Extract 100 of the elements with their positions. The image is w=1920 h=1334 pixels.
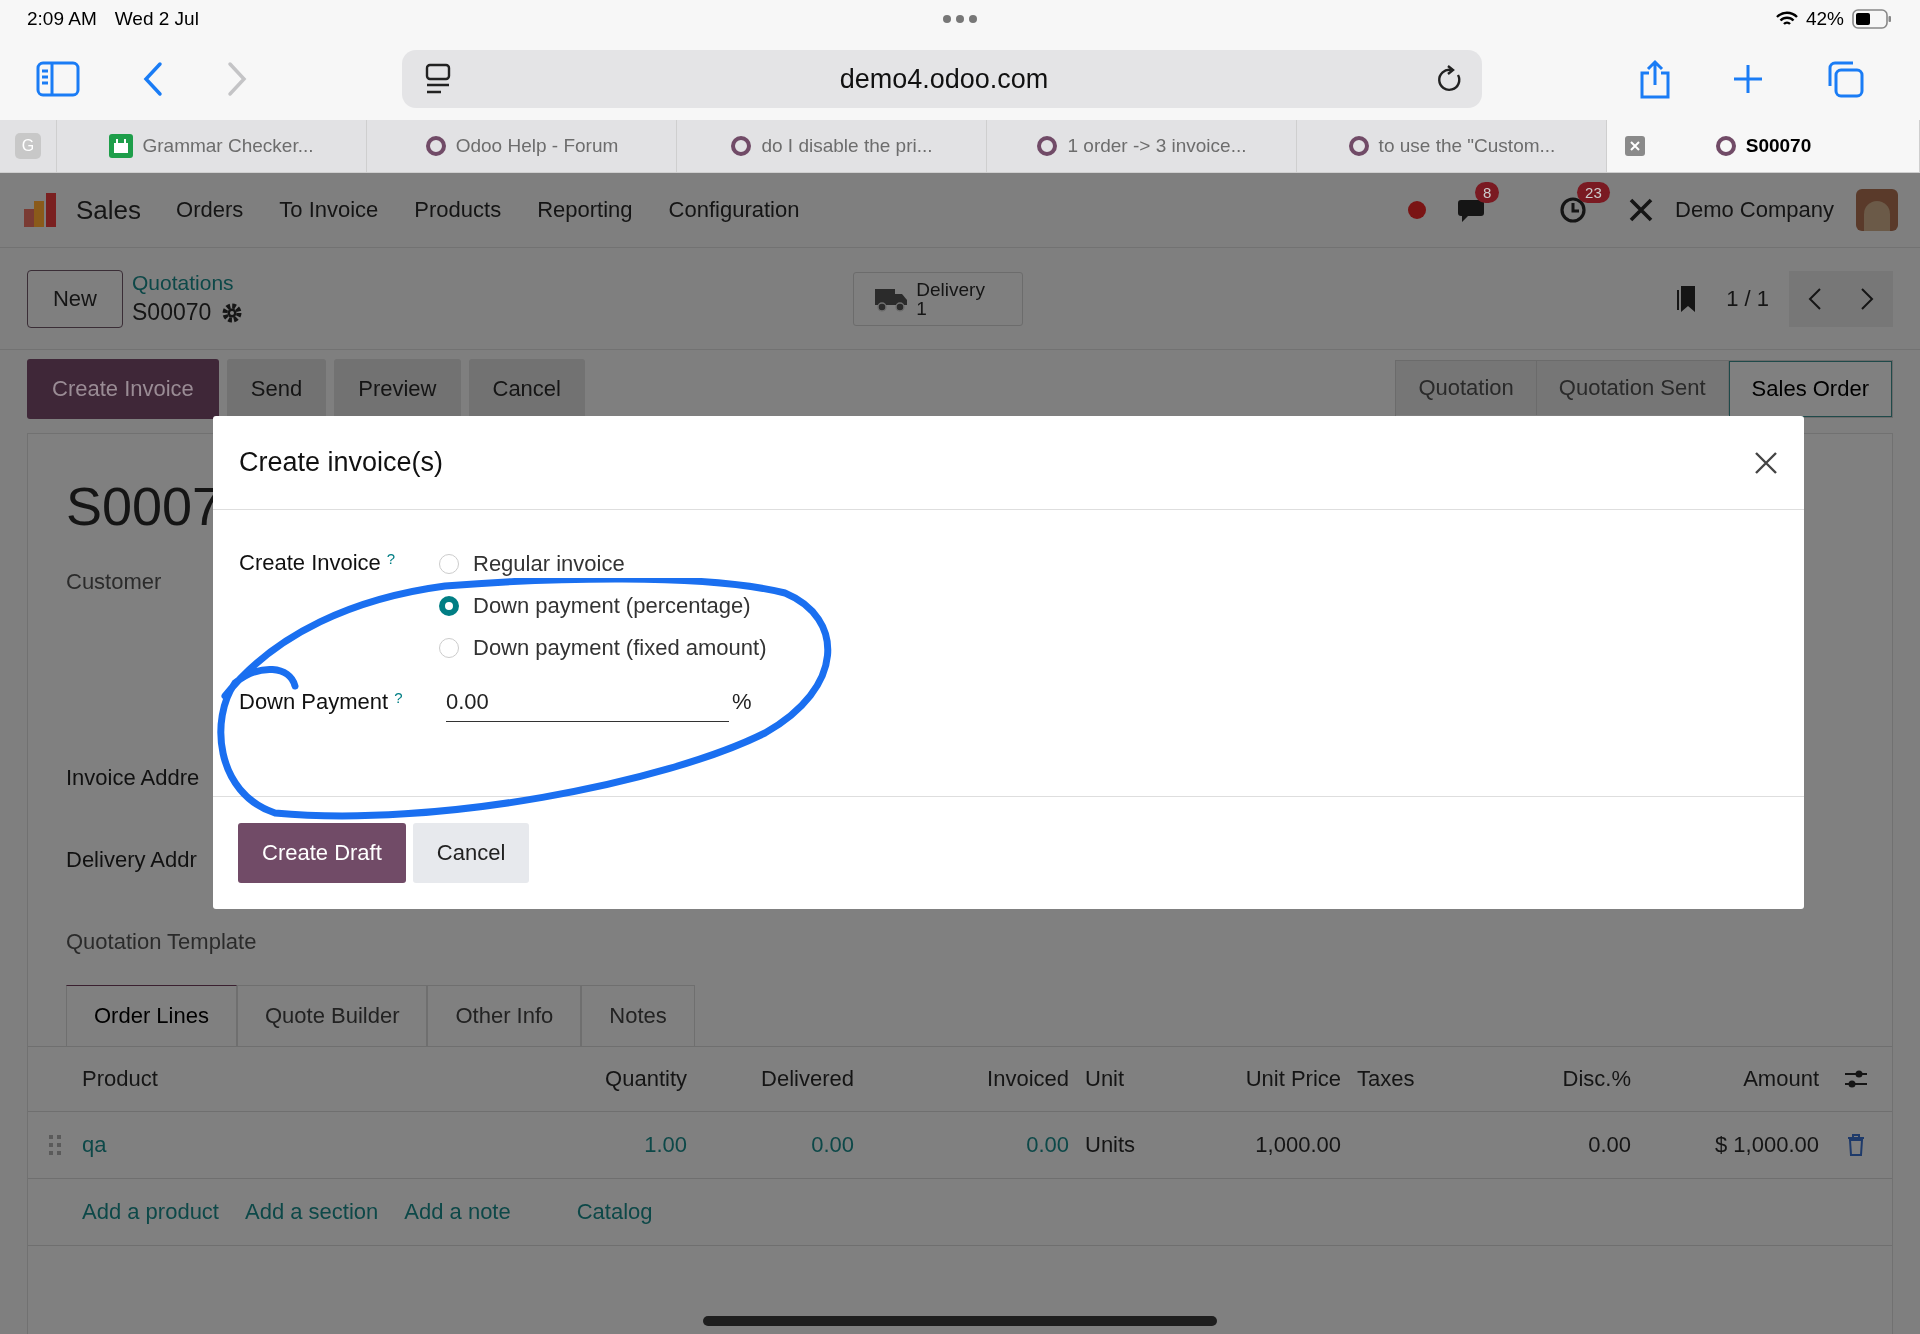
page-menu-icon[interactable] [424,63,452,95]
menu-item[interactable]: Configuration [668,197,800,223]
battery-percent: 42% [1805,8,1844,30]
add-link[interactable]: Add a note [404,1198,511,1225]
stage-step[interactable]: Quotation [1396,361,1537,415]
tab-title: Odoo Help - Forum [455,135,619,157]
field-label: Create Invoice [239,550,381,576]
radio-label[interactable]: Down payment (percentage) [473,593,751,619]
action-button[interactable]: Send [226,359,327,419]
sheet-favicon-icon [109,134,134,158]
ring-favicon-icon [730,135,753,157]
tab-title: Grammar Checker... [142,135,314,157]
table-cell-text: 0.00 [810,1131,854,1158]
dialog-button[interactable]: Cancel [412,823,530,883]
stage-step[interactable]: Sales Order [1728,361,1892,417]
ring-favicon-icon [1347,135,1370,157]
table-cell-text: $ 1,000.00 [1714,1131,1819,1158]
company-name[interactable]: Demo Company [1675,197,1834,223]
table-cell-text: 0.00 [1587,1131,1631,1158]
count-badge: 8 [1475,182,1500,203]
more-dots-icon [942,14,978,24]
action-button[interactable]: Cancel [468,359,585,419]
field-label: Quotation Template [66,928,257,955]
trash-icon[interactable] [1846,1133,1865,1156]
unit-text: % [732,689,752,715]
dialog-title: Create invoice(s) [239,447,444,478]
chevron-left-icon [1808,286,1822,311]
radio-label[interactable]: Regular invoice [473,551,625,577]
form-tab[interactable]: Order Lines [66,984,237,1046]
table-cell-text: 0.00 [1025,1131,1069,1158]
column-header: Unit Price [1244,1065,1341,1092]
tabs-overview-icon[interactable] [1826,60,1864,98]
field-label: Down Payment [239,689,389,715]
browser-tab[interactable]: Odoo Help - Forum [367,120,677,172]
ring-favicon-icon [424,135,447,157]
previous-button[interactable] [1789,270,1841,327]
count-badge: 23 [1577,182,1610,203]
menu-item[interactable]: To Invoice [279,197,379,223]
column-header: Unit [1084,1065,1126,1092]
radio-label[interactable]: Down payment (fixed amount) [473,635,767,661]
menu-item[interactable]: Reporting [537,197,633,223]
status-dot-icon [1407,200,1428,220]
column-header: Delivered [760,1065,854,1092]
app-name[interactable]: Sales [76,194,142,226]
menu-item[interactable]: Products [414,197,502,223]
column-header: Taxes [1356,1065,1416,1092]
menu-item[interactable]: Orders [176,197,244,223]
column-header: Invoiced [986,1065,1069,1092]
form-tab[interactable]: Quote Builder [236,984,428,1046]
sliders-icon[interactable] [1843,1068,1868,1089]
url-text: demo4.odoo.com [838,63,1050,95]
add-link[interactable]: Add a section [245,1198,379,1225]
action-button[interactable]: Preview [334,359,461,419]
help-tooltip[interactable]: ? [394,689,403,706]
form-tab[interactable]: Other Info [427,984,582,1046]
record-name: S00070 [132,299,212,326]
back-icon[interactable] [142,61,164,97]
browser-tab[interactable]: Grammar Checker... [57,120,367,172]
tab-title: S00070 [1745,135,1812,157]
share-icon[interactable] [1638,59,1672,99]
next-button[interactable] [1841,270,1893,327]
gear-icon[interactable] [221,301,244,324]
column-header: Disc.% [1561,1065,1631,1092]
drag-handle-icon[interactable] [48,1133,62,1156]
table-cell-text: 1,000.00 [1254,1131,1341,1158]
action-button[interactable]: Create Invoice [27,359,219,419]
column-header: Amount [1742,1065,1819,1092]
chevron-right-icon [1860,286,1874,311]
table-cell-text: Units [1084,1131,1137,1158]
browser-tab[interactable]: S00070 [1607,120,1920,172]
product-link[interactable]: qa [82,1131,567,1158]
clock-icon[interactable] [1559,196,1588,224]
field-label: Customer [66,568,162,595]
dialog-button[interactable]: Create Draft [238,823,406,883]
pager-text: 1 / 1 [1726,285,1769,312]
tab-title: 1 order -> 3 invoice... [1067,135,1247,157]
add-link[interactable]: Add a product [82,1198,219,1225]
stage-step[interactable]: Quotation Sent [1536,361,1729,415]
form-tab[interactable]: Notes [581,984,695,1046]
help-tooltip[interactable]: ? [386,550,396,567]
close-icon[interactable] [1754,450,1778,475]
ring-favicon-icon [1714,135,1737,157]
add-link[interactable]: Catalog [576,1198,653,1225]
delivery-smart-button[interactable]: Delivery 1 [853,271,1024,326]
tab-title: to use the "Custom... [1378,135,1556,157]
radio-button[interactable] [439,596,459,616]
battery-icon [1852,9,1892,29]
new-button[interactable]: New [27,269,123,328]
plus-icon[interactable] [1732,63,1764,95]
breadcrumb-link[interactable]: Quotations [132,271,244,295]
sidebar-icon[interactable] [36,61,80,97]
wifi-icon [1775,11,1798,27]
column-header: Quantity [604,1065,687,1092]
address-bar[interactable]: demo4.odoo.com [402,50,1482,108]
record-title: S0007 [66,475,223,538]
tab-title: do I disable the pri... [761,135,933,157]
browser-tab[interactable]: 1 order -> 3 invoice... [987,120,1297,172]
clock-time: 2:09 AM [27,8,97,30]
column-header: Product [82,1065,159,1092]
browser-tab[interactable]: do I disable the pri... [677,120,987,172]
